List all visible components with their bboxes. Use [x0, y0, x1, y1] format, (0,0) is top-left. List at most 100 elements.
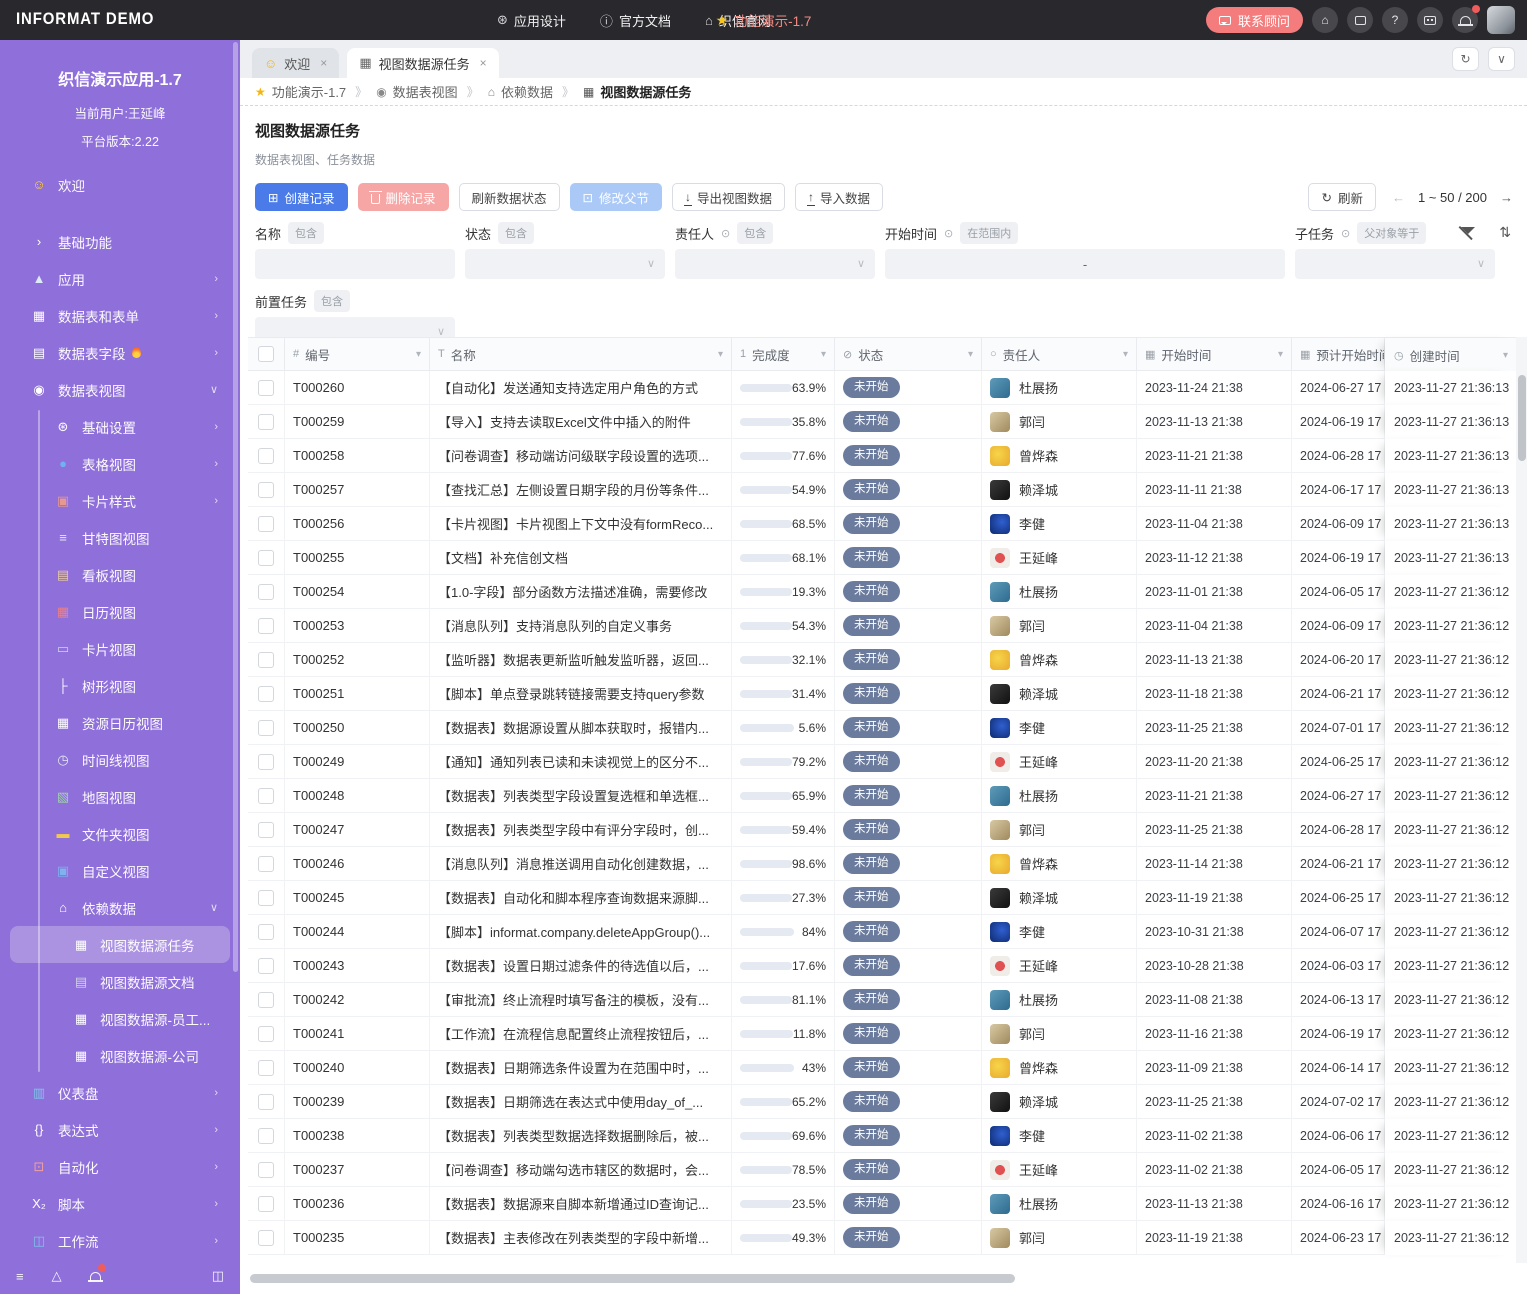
close-icon[interactable]: × [320, 56, 327, 70]
row-checkbox[interactable] [258, 1026, 274, 1042]
delete-record-button[interactable]: 删除记录 [358, 183, 449, 211]
filter-subtask-select[interactable]: ∨ [1295, 249, 1495, 279]
topnav-app-design[interactable]: ⊛应用设计 [497, 11, 566, 30]
column-header-created[interactable]: ◷创建时间▾ [1385, 338, 1516, 372]
prev-page-icon[interactable]: ← [1392, 190, 1405, 205]
help-icon[interactable]: ? [1382, 7, 1408, 33]
table-row[interactable]: T000252【监听器】数据表更新监听触发监听器，返回...32.1%未开始曾烨… [248, 643, 1516, 677]
tab-view-datasource-tasks[interactable]: ▦视图数据源任务× [347, 48, 498, 78]
row-checkbox[interactable] [258, 516, 274, 532]
table-row[interactable]: T000258【问卷调查】移动端访问级联字段设置的选项...77.6%未开始曾烨… [248, 439, 1516, 473]
filter-name-input[interactable] [255, 249, 455, 279]
table-row[interactable]: T000251【脚本】单点登录跳转链接需要支持query参数31.4%未开始赖泽… [248, 677, 1516, 711]
sidebar-scrollbar[interactable] [233, 42, 238, 972]
row-checkbox[interactable] [258, 1094, 274, 1110]
sidebar-item-resource-calendar-view[interactable]: ▦资源日历视图 [10, 704, 230, 741]
table-row[interactable]: T000235【数据表】主表修改在列表类型的字段中新增...49.3%未开始郭闫… [248, 1221, 1516, 1255]
sidebar-item-calendar-view[interactable]: ▦日历视图 [10, 593, 230, 630]
select-all-checkbox[interactable] [258, 346, 274, 362]
column-header-status[interactable]: ⊘状态▾ [835, 337, 982, 371]
sidebar-item-table-fields[interactable]: ▤数据表字段› [10, 334, 230, 371]
row-checkbox[interactable] [258, 856, 274, 872]
sidebar-item-kanban-view[interactable]: ▤看板视图 [10, 556, 230, 593]
table-row[interactable]: T000243【数据表】设置日期过滤条件的待选值以后，...17.6%未开始王延… [248, 949, 1516, 983]
table-row[interactable]: T000245【数据表】自动化和脚本程序查询数据来源脚...27.3%未开始赖泽… [248, 881, 1516, 915]
table-row[interactable]: T000246【消息队列】消息推送调用自动化创建数据，...98.6%未开始曾烨… [248, 847, 1516, 881]
table-row[interactable]: T000247【数据表】列表类型字段中有评分字段时，创...59.4%未开始郭闫… [248, 813, 1516, 847]
row-checkbox[interactable] [258, 448, 274, 464]
export-view-data-button[interactable]: ↓导出视图数据 [672, 183, 785, 211]
table-row[interactable]: T000259【导入】支持去读取Excel文件中插入的附件35.8%未开始郭闫2… [248, 405, 1516, 439]
sidebar-item-grid-view[interactable]: ●表格视图› [10, 445, 230, 482]
sidebar-item-card-style[interactable]: ▣卡片样式› [10, 482, 230, 519]
row-checkbox[interactable] [258, 1162, 274, 1178]
caret-down-icon[interactable]: ▾ [821, 349, 826, 360]
table-row[interactable]: T000256【卡片视图】卡片视图上下文中没有formReco...68.5%未… [248, 507, 1516, 541]
row-checkbox[interactable] [258, 1196, 274, 1212]
sidebar-item-basic-settings[interactable]: ⊛基础设置› [10, 408, 230, 445]
table-row[interactable]: T000250【数据表】数据源设置从脚本获取时，报错内...5.6%未开始李健2… [248, 711, 1516, 745]
alert-icon[interactable]: △ [52, 1268, 62, 1284]
row-checkbox[interactable] [258, 822, 274, 838]
table-row[interactable]: T000237【问卷调查】移动端勾选市辖区的数据时，会...78.5%未开始王延… [248, 1153, 1516, 1187]
filter-status-select[interactable]: ∨ [465, 249, 665, 279]
feedback-icon[interactable] [1347, 7, 1373, 33]
table-row[interactable]: T000240【数据表】日期筛选条件设置为在范围中时，...43%未开始曾烨森2… [248, 1051, 1516, 1085]
sort-icon[interactable]: ⇅ [1499, 224, 1511, 241]
row-checkbox[interactable] [258, 1060, 274, 1076]
table-row[interactable]: T000244【脚本】informat.company.deleteAppGro… [248, 915, 1516, 949]
caret-down-icon[interactable]: ▾ [1123, 349, 1128, 360]
home-icon[interactable]: ⌂ [1312, 7, 1338, 33]
row-checkbox[interactable] [258, 550, 274, 566]
caret-down-icon[interactable]: ▾ [968, 349, 973, 360]
row-checkbox[interactable] [258, 584, 274, 600]
column-header-start[interactable]: ▦开始时间▾ [1137, 337, 1292, 371]
robot-icon[interactable] [1417, 7, 1443, 33]
close-icon[interactable]: × [480, 56, 487, 70]
column-header-id[interactable]: #编号▾ [285, 337, 430, 371]
column-header-owner[interactable]: ○责任人▾ [982, 337, 1137, 371]
refresh-button[interactable]: ↻ 刷新 [1308, 183, 1376, 211]
row-checkbox[interactable] [258, 992, 274, 1008]
next-page-icon[interactable]: → [1500, 190, 1513, 205]
sidebar-item-table-views[interactable]: ◉数据表视图∨ [10, 371, 230, 408]
topnav-official-docs[interactable]: ⓘ官方文档 [600, 11, 671, 30]
row-checkbox[interactable] [258, 924, 274, 940]
collapse-icon[interactable]: ∨ [1488, 47, 1515, 71]
breadcrumb-item[interactable]: ◉数据表视图 [376, 82, 458, 101]
sidebar-item-gantt-view[interactable]: ≡甘特图视图 [10, 519, 230, 556]
table-row[interactable]: T000248【数据表】列表类型字段设置复选框和单选框...65.9%未开始杜展… [248, 779, 1516, 813]
row-checkbox[interactable] [258, 652, 274, 668]
sidebar-item-applications[interactable]: ▲应用› [10, 260, 230, 297]
caret-down-icon[interactable]: ▾ [1371, 349, 1376, 360]
column-header-progress[interactable]: 1完成度▾ [732, 337, 835, 371]
table-row[interactable]: T000257【查找汇总】左侧设置日期字段的月份等条件...54.9%未开始赖泽… [248, 473, 1516, 507]
row-checkbox[interactable] [258, 686, 274, 702]
sidebar-item-tree-view[interactable]: ├树形视图 [10, 667, 230, 704]
row-checkbox[interactable] [258, 1230, 274, 1246]
sidebar-item-tables-forms[interactable]: ▦数据表和表单› [10, 297, 230, 334]
sidebar-item-dependent-data[interactable]: ⌂依赖数据∨ [10, 889, 230, 926]
column-header-name[interactable]: T名称▾ [430, 337, 732, 371]
table-row[interactable]: T000255【文档】补充信创文档68.1%未开始王延峰2023-11-12 2… [248, 541, 1516, 575]
row-checkbox[interactable] [258, 788, 274, 804]
vertical-scrollbar-thumb[interactable] [1518, 375, 1526, 461]
caret-down-icon[interactable]: ▾ [718, 349, 723, 360]
contact-advisor-button[interactable]: 联系顾问 [1206, 7, 1303, 33]
row-checkbox[interactable] [258, 380, 274, 396]
row-checkbox[interactable] [258, 618, 274, 634]
filter-owner-select[interactable]: ∨ [675, 249, 875, 279]
create-record-button[interactable]: ⊞创建记录 [255, 183, 348, 211]
modify-parent-button[interactable]: ⊡修改父节 [570, 183, 663, 211]
sidebar-item-basic-functions[interactable]: ›基础功能 [10, 223, 230, 260]
table-row[interactable]: T000242【审批流】终止流程时填写备注的模板，没有...81.1%未开始杜展… [248, 983, 1516, 1017]
column-header-planned[interactable]: ▦预计开始时间▾ [1292, 337, 1385, 371]
sidebar-item-map-view[interactable]: ▧地图视图 [10, 778, 230, 815]
breadcrumb-item[interactable]: ▦视图数据源任务 [583, 82, 691, 101]
sidebar-item-view-datasource-docs[interactable]: ▤视图数据源文档 [10, 963, 230, 1000]
user-avatar[interactable] [1487, 6, 1515, 34]
row-checkbox[interactable] [258, 1128, 274, 1144]
row-checkbox[interactable] [258, 720, 274, 736]
filter-start-time-select[interactable]: - [885, 249, 1285, 279]
sidebar-item-scripts[interactable]: X₂脚本› [10, 1185, 230, 1222]
